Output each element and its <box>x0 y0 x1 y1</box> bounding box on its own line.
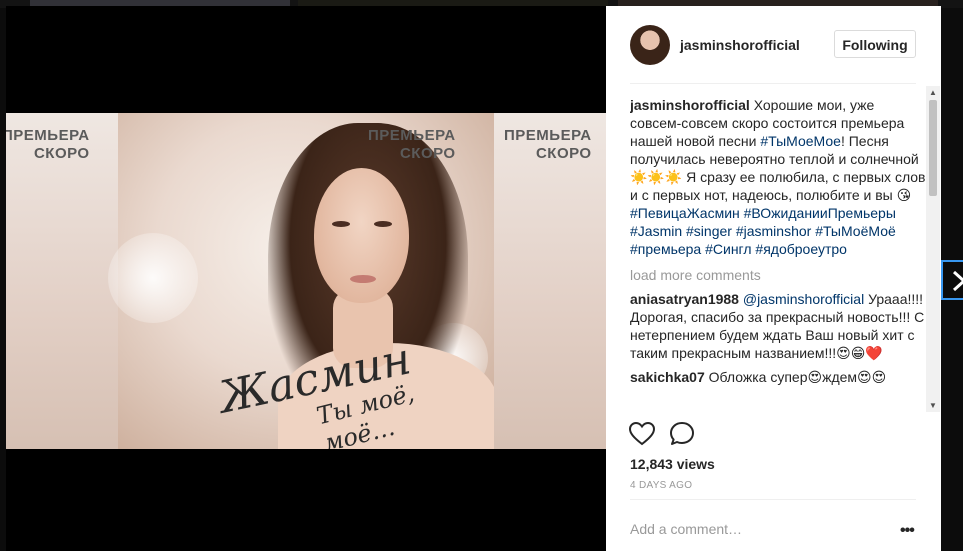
portrait-lips <box>350 275 376 283</box>
avatar[interactable] <box>630 25 670 65</box>
view-count[interactable]: 12,843 views <box>630 456 715 472</box>
scrollbar-thumb[interactable] <box>929 100 937 196</box>
next-post-button[interactable] <box>941 260 963 300</box>
comment-item: sakichka07 Обложка супер😍ждем😍😍 <box>630 368 926 386</box>
load-more-comments-link[interactable]: load more comments <box>630 266 926 284</box>
comment-divider <box>630 499 916 500</box>
comment-author-link[interactable]: aniasatryan1988 <box>630 291 739 307</box>
artwork-center: ПРЕМЬЕРА СКОРО Жасмин Ты моё, моё… <box>108 113 498 449</box>
comment-text: Обложка супер😍ждем😍😍 <box>704 369 887 385</box>
post-media: ПРЕМЬЕРА СКОРО ПРЕМЬЕРА СКОРО Жасмин Ты мо… <box>6 6 606 551</box>
premiere-label-right: ПРЕМЬЕРА СКОРО <box>504 127 592 162</box>
bokeh-light <box>108 233 198 323</box>
speech-bubble-icon[interactable] <box>668 420 696 448</box>
comment-item: aniasatryan1988 @jasminshorofficial Ураа… <box>630 290 926 362</box>
ellipsis-icon[interactable]: ••• <box>900 522 915 540</box>
portrait-eye <box>332 221 350 227</box>
scroll-up-arrow-icon[interactable]: ▲ <box>929 88 937 97</box>
post-timestamp[interactable]: 4 DAYS AGO <box>630 480 692 491</box>
username-link[interactable]: jasminshorofficial <box>680 37 800 53</box>
artwork-side-right: ПРЕМЬЕРА СКОРО <box>494 113 606 449</box>
add-comment-input[interactable]: Add a comment… <box>630 521 742 537</box>
heart-outline-icon[interactable] <box>628 420 656 448</box>
artwork-side-left: ПРЕМЬЕРА СКОРО <box>6 113 118 449</box>
mention-link[interactable]: @jasminshorofficial <box>743 291 864 307</box>
caption: jasminshorofficial Хорошие мои, уже совс… <box>630 96 926 258</box>
caption-author-link[interactable]: jasminshorofficial <box>630 97 750 113</box>
comment-author-link[interactable]: sakichka07 <box>630 369 705 385</box>
emoji-sun: ☀️☀️☀️ <box>630 169 683 185</box>
premiere-label: ПРЕМЬЕРА СКОРО <box>368 127 456 162</box>
post-header: jasminshorofficial Following <box>606 6 941 84</box>
scroll-down-arrow-icon[interactable]: ▼ <box>929 401 937 410</box>
post-image: ПРЕМЬЕРА СКОРО ПРЕМЬЕРА СКОРО Жасмин Ты мо… <box>6 113 606 449</box>
premiere-label-left: ПРЕМЬЕРА СКОРО <box>6 127 90 162</box>
portrait-eye <box>374 221 392 227</box>
following-button[interactable]: Following <box>834 30 916 58</box>
post-details-panel: jasminshorofficial Following jasminshoro… <box>606 6 941 551</box>
header-divider <box>630 83 916 84</box>
hashtags-link[interactable]: #ПевицаЖасмин #ВОжиданииПремьеры #Jasmin… <box>630 205 896 257</box>
chevron-right-icon <box>952 270 963 292</box>
hashtag-link[interactable]: #ТыМоеМое <box>760 133 841 149</box>
comments-list[interactable]: jasminshorofficial Хорошие мои, уже совс… <box>630 96 926 412</box>
